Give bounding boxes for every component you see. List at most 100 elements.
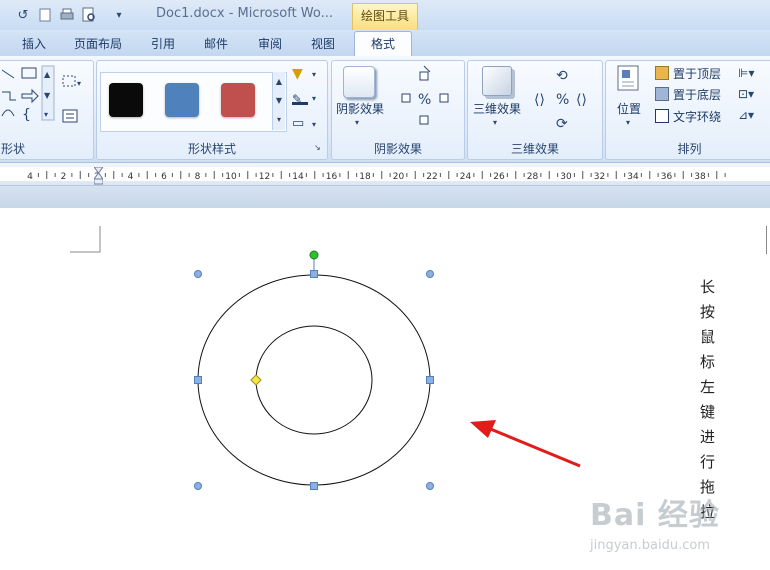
watermark-brand: Bai 经验 [590,498,720,533]
ruler-tick-label: 28 [527,172,539,182]
tab-view[interactable]: 视图 [311,35,335,52]
3d-effects-button[interactable]: 三维效果 [473,100,521,117]
adjust-handle [250,374,262,386]
svg-text:⟨⟩: ⟨⟩ [534,92,545,108]
svg-text:%: % [556,92,569,108]
svg-text:⟳: ⟳ [556,116,568,132]
ruler-tick-label: 20 [393,172,405,182]
shadow-effects-button[interactable]: 阴影效果 [336,100,384,117]
ruler-tick-label: 6 [161,172,167,182]
undo-icon[interactable]: ↺ [14,6,32,24]
dialog-launcher-icon[interactable]: ↘ [314,143,321,152]
ruler-tick-label: 24 [460,172,472,182]
ruler-tick-label: 2 [61,172,67,182]
ruler-tick-label: 8 [195,172,201,182]
tab-format[interactable]: 格式 [354,31,412,58]
tab-page-layout[interactable]: 页面布局 [74,35,122,52]
svg-text:▾: ▾ [44,110,48,119]
outline-dropdown-icon[interactable]: ▾ [312,94,316,103]
text-wrap-button[interactable]: 文字环绕 [673,108,721,125]
style-swatch-black[interactable] [109,83,143,117]
position-icon[interactable] [616,64,642,94]
ruler-tick-label: 18 [359,172,371,182]
group-label-shapes: 形状 [1,142,26,156]
text-wrap-icon [655,109,669,123]
svg-text:▾: ▾ [77,79,81,88]
shadow-effects-icon[interactable] [343,66,375,98]
fill-dropdown-icon[interactable]: ▾ [312,70,316,79]
drawing-tools-label: 绘图工具 [352,3,418,31]
ruler-tick-label: 26 [493,172,505,182]
watermark-url: jingyan.baidu.com [590,538,710,553]
shadow-nudge-controls[interactable]: % [394,64,460,134]
new-doc-icon[interactable] [36,6,54,24]
align-icon[interactable]: ⊫▾ [738,66,754,80]
vertical-char: 进 [700,428,716,446]
rotate-icon[interactable]: ⊿▾ [738,108,754,122]
style-swatch-blue[interactable] [165,83,199,117]
resize-handle [426,482,434,490]
group-label-3d: 三维效果 [510,142,559,156]
group-label-arrange: 排列 [677,142,702,156]
ruler-ticks: 422468101214161820222426283032343638 [27,171,726,182]
document-title: Doc1.docx - Microsoft Wo... [156,6,334,21]
vertical-char: 左 [700,378,716,396]
tab-insert[interactable]: 插入 [22,35,46,52]
shape-outline-icon[interactable]: ✎ [292,92,308,106]
ruler-tick-label: 16 [326,172,338,182]
svg-text:⟲: ⟲ [556,68,568,84]
3d-tilt-controls[interactable]: ⟲ ⟨⟩ % ⟨⟩ ⟳ [532,64,598,134]
group-label-shape-styles: 形状样式 [187,142,236,156]
vertical-char: 按 [700,303,716,321]
shadow-dropdown-icon[interactable]: ▾ [355,118,359,127]
3d-dropdown-icon[interactable]: ▾ [493,118,497,127]
rotation-handle [309,250,319,260]
send-to-back-icon [655,87,669,101]
print-preview-icon[interactable] [80,6,98,24]
right-margin-mark [766,226,767,254]
ruler-tick-label: 14 [292,172,304,182]
ruler-tick-label: 30 [560,172,572,182]
resize-handle [310,482,318,490]
ruler-tick-label: 38 [694,172,706,182]
send-to-back-button[interactable]: 置于底层 [673,86,721,103]
svg-text:▼: ▼ [44,91,51,100]
ruler-tick-label: 12 [259,172,270,182]
position-button[interactable]: 位置 [617,100,641,117]
edit-shape-icon[interactable]: ▾ [60,72,86,132]
ruler-tick-label: 4 [27,172,33,182]
indent-marker[interactable] [93,166,104,185]
document-margin-bar [0,186,770,208]
ruler-tick-label: 36 [661,172,673,182]
resize-handle [194,376,202,384]
tab-references[interactable]: 引用 [151,35,175,52]
vertical-char: 长 [700,278,716,296]
print-icon[interactable] [58,6,76,24]
gallery-scroll[interactable]: ▲ ▼ ▾ [272,72,285,130]
vertical-char: 行 [700,453,716,471]
dropdown-icon[interactable]: ▾ [110,6,128,24]
donut-shape[interactable] [180,245,450,505]
resize-handle [426,270,434,278]
ruler-tick-label: 4 [128,172,134,182]
ruler-tick-label: 34 [627,172,639,182]
change-shape-icon[interactable]: ▭ [292,116,304,131]
margin-corner-mark [70,226,101,253]
baidu-watermark: Bai 经验 jingyan.baidu.com [590,490,760,562]
vertical-char: 键 [700,403,716,421]
group-objects-icon[interactable]: ⊡▾ [738,87,754,101]
shape-fill-icon[interactable]: ▼ [292,66,303,82]
style-swatch-red[interactable] [221,83,255,117]
resize-handle [194,270,202,278]
position-dropdown-icon[interactable]: ▾ [626,118,630,127]
tab-review[interactable]: 审阅 [258,35,282,52]
tab-mailings[interactable]: 邮件 [204,35,228,52]
change-shape-dropdown-icon[interactable]: ▾ [312,120,316,129]
vertical-char: 鼠 [700,328,716,346]
ruler-tick-label: 22 [426,172,437,182]
bring-to-front-button[interactable]: 置于顶层 [673,65,721,82]
3d-effects-icon[interactable] [482,66,512,96]
svg-text:▲: ▲ [44,70,51,79]
svg-text:%: % [418,92,431,108]
resize-handle [310,270,318,278]
